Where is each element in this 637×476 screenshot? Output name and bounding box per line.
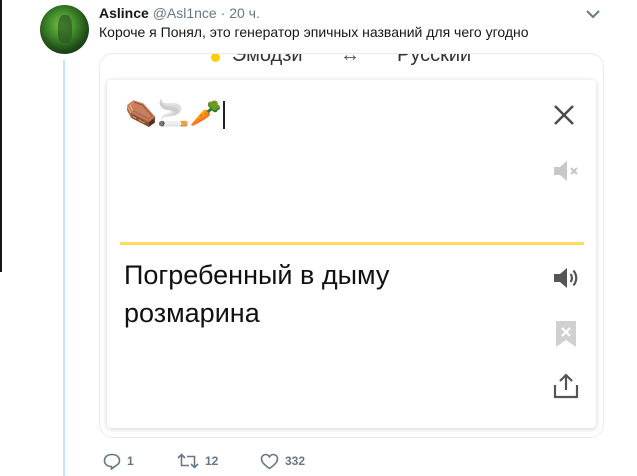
author-name[interactable]: Aslince: [99, 5, 149, 21]
thread-line: [63, 60, 65, 476]
author-handle[interactable]: @Asl1nce: [153, 5, 217, 21]
language-bar: Эмодзи ↔ Русский: [100, 53, 603, 66]
source-language: Эмодзи: [232, 53, 303, 66]
like-icon: [260, 453, 279, 469]
tweet-header: Aslince @Asl1nce · 20 ч.: [99, 5, 260, 21]
reply-icon: [103, 453, 121, 470]
mute-icon: [554, 161, 578, 181]
tweet-text: Короче я Понял, это генератор эпичных на…: [99, 24, 529, 40]
translation-output: Погребенный в дыму розмарина: [124, 260, 390, 328]
text-caret: [223, 101, 226, 130]
bookmark-icon: [556, 321, 576, 347]
yellow-divider: [120, 242, 584, 245]
reply-button[interactable]: 1: [103, 451, 134, 471]
translation-panel: ⚰️🚬🥕 Погребенный в дыму розмарина: [107, 80, 596, 428]
speaker-icon: [554, 268, 578, 288]
like-count: 332: [285, 454, 306, 468]
swap-icon: ↔: [340, 53, 360, 66]
reply-count: 1: [127, 454, 134, 468]
avatar[interactable]: [40, 5, 89, 54]
source-input: ⚰️🚬🥕: [125, 98, 226, 130]
translator-screenshot[interactable]: Эмодзи ↔ Русский ⚰️🚬🥕 Погребенный в дыму…: [99, 53, 604, 438]
like-button[interactable]: 332: [260, 451, 305, 471]
retweet-count: 12: [205, 454, 219, 468]
chevron-down-icon[interactable]: [586, 9, 600, 19]
left-edge-bar: [0, 0, 2, 272]
separator-dot: ·: [220, 5, 226, 21]
retweet-icon: [177, 453, 199, 469]
share-icon: [553, 373, 579, 399]
language-indicator-dot: [211, 54, 220, 62]
retweet-button[interactable]: 12: [177, 451, 218, 471]
target-language: Русский: [397, 53, 472, 66]
source-emoji-text: ⚰️🚬🥕: [125, 98, 223, 128]
tweet-time[interactable]: 20 ч.: [229, 5, 260, 21]
close-icon: [554, 105, 574, 125]
